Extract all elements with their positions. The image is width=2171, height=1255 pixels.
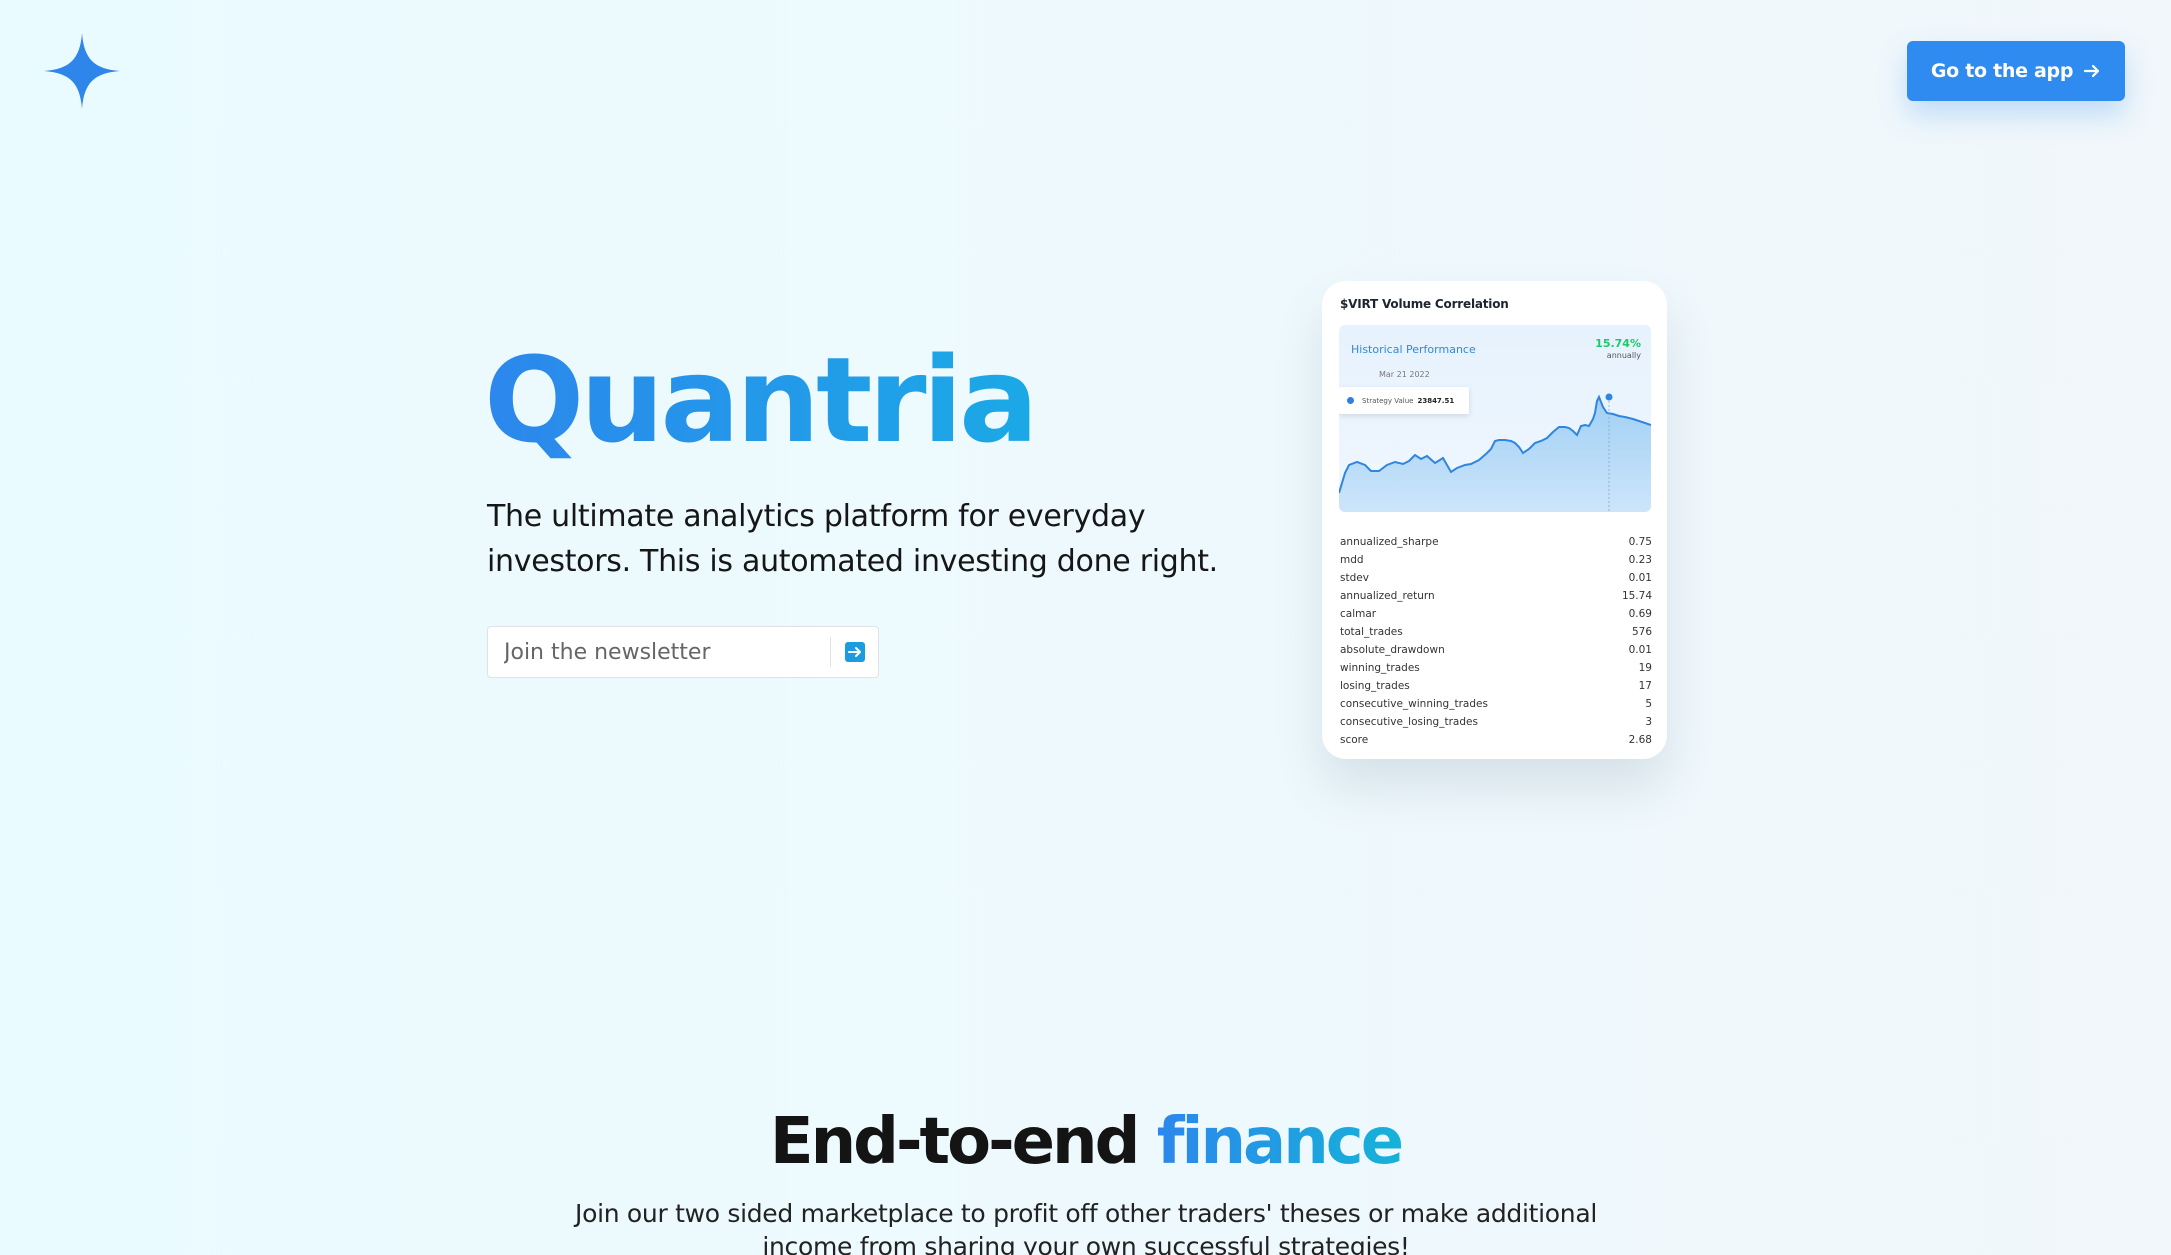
stat-value: 15.74 — [1621, 590, 1652, 602]
stat-name: total_trades — [1340, 626, 1403, 638]
stat-name: annualized_return — [1340, 590, 1435, 602]
stat-value: 0.75 — [1628, 536, 1652, 548]
section-title-plain: End-to-end — [769, 1105, 1141, 1179]
stat-row: consecutive_losing_trades 3 — [1340, 713, 1652, 731]
annual-return-period: annually — [1606, 351, 1641, 360]
chart-label: Historical Performance — [1351, 343, 1476, 356]
stat-name: score — [1340, 734, 1369, 746]
stat-row: absolute_drawdown 0.01 — [1340, 641, 1652, 659]
stat-value: 576 — [1631, 626, 1652, 638]
stat-value: 19 — [1638, 662, 1652, 674]
arrow-right-box-icon — [844, 642, 865, 662]
stat-name: calmar — [1340, 608, 1377, 620]
stat-name: winning_trades — [1340, 662, 1420, 674]
annual-return-value: 15.74% — [1595, 337, 1641, 350]
tooltip-label: Strategy Value — [1362, 396, 1414, 405]
stat-name: mdd — [1340, 554, 1364, 566]
newsletter-form — [487, 626, 879, 678]
hero-title: Quantria — [484, 331, 1039, 469]
section-title: End-to-end finance — [0, 1102, 2171, 1182]
stat-row: annualized_return 15.74 — [1340, 587, 1652, 605]
series-dot-icon — [1347, 397, 1354, 404]
stat-row: calmar 0.69 — [1340, 605, 1652, 623]
arrow-right-icon — [2084, 64, 2100, 78]
stat-name: absolute_drawdown — [1340, 644, 1445, 656]
strategy-preview-card: $VIRT Volume Correlation Historical Perf… — [1322, 281, 1667, 759]
newsletter-submit-button[interactable] — [831, 627, 878, 677]
stat-value: 0.69 — [1628, 608, 1652, 620]
stat-row: consecutive_winning_trades 5 — [1340, 695, 1652, 713]
stat-value: 0.23 — [1628, 554, 1652, 566]
go-to-app-label: Go to the app — [1930, 60, 2074, 82]
stat-row: mdd 0.23 — [1340, 551, 1652, 569]
performance-chart: Historical Performance 15.74% annually M… — [1339, 325, 1651, 512]
card-title: $VIRT Volume Correlation — [1340, 297, 1509, 311]
stat-name: annualized_sharpe — [1340, 536, 1439, 548]
stat-value: 17 — [1638, 680, 1652, 692]
stat-value: 0.01 — [1628, 644, 1652, 656]
tooltip-value: 23847.51 — [1417, 396, 1455, 405]
stat-value: 3 — [1645, 716, 1652, 728]
tooltip-date: Mar 21 2022 — [1379, 370, 1430, 379]
section-subtitle: Join our two sided marketplace to profit… — [575, 1199, 1597, 1255]
strategy-stats-list: annualized_sharpe 0.75 mdd 0.23 stdev 0.01 ann… — [1340, 533, 1652, 749]
go-to-app-button[interactable]: Go to the app — [1907, 41, 2125, 101]
stat-value: 2.68 — [1628, 734, 1652, 746]
stat-name: consecutive_losing_trades — [1340, 716, 1478, 728]
stat-row: losing_trades 17 — [1340, 677, 1652, 695]
stat-row: score 2.68 — [1340, 731, 1652, 749]
stat-name: consecutive_winning_trades — [1340, 698, 1488, 710]
hero-subtitle: The ultimate analytics platform for ever… — [487, 499, 1218, 579]
stat-row: stdev 0.01 — [1340, 569, 1652, 587]
stat-row: annualized_sharpe 0.75 — [1340, 533, 1652, 551]
stat-row: winning_trades 19 — [1340, 659, 1652, 677]
stat-name: stdev — [1340, 572, 1369, 584]
newsletter-email-input[interactable] — [488, 627, 830, 677]
stat-name: losing_trades — [1340, 680, 1410, 692]
section-title-accent: finance — [1156, 1105, 1404, 1179]
landing-page: Go to the app Quantria The ultimate anal… — [0, 0, 2171, 1255]
stat-value: 0.01 — [1628, 572, 1652, 584]
four-point-star-icon[interactable] — [44, 33, 120, 109]
chart-tooltip: Strategy Value 23847.51 — [1339, 387, 1469, 414]
stat-row: total_trades 576 — [1340, 623, 1652, 641]
stat-value: 5 — [1645, 698, 1652, 710]
